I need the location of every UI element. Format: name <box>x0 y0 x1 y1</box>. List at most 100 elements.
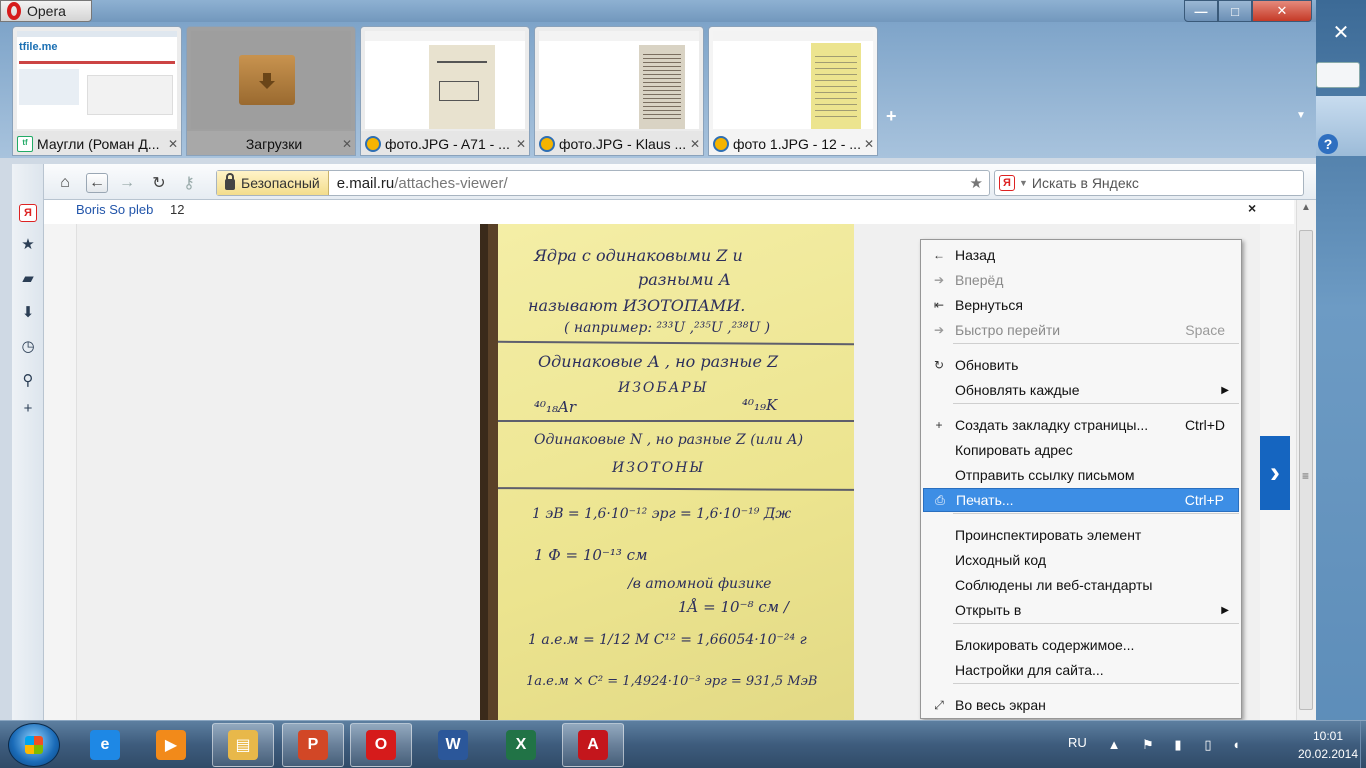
action-center-flag-icon[interactable]: ⚑ <box>1140 737 1156 753</box>
notes-icon[interactable]: ▰ <box>19 270 37 288</box>
background-search-field <box>1316 62 1360 88</box>
tab-maugli[interactable]: tfile.me tf Маугли (Роман Д... ✕ <box>12 26 182 156</box>
tab-close-icon[interactable]: ✕ <box>690 137 703 151</box>
note-line: 1а.е.м × C² = 1,4924·10⁻³ эрг = 931,5 Мэ… <box>526 674 818 689</box>
menu-item[interactable]: ⇤ Вернуться <box>923 293 1239 317</box>
tab-close-icon[interactable]: ✕ <box>864 137 877 151</box>
bookmarks-star-icon[interactable]: ★ <box>19 236 37 254</box>
wand-key-icon[interactable]: ⚷ <box>178 173 200 193</box>
help-icon[interactable]: ? <box>1318 134 1338 154</box>
volume-icon[interactable]: ◖ <box>1228 737 1244 753</box>
search-panel-icon[interactable]: ⚲ <box>19 372 37 390</box>
url-text[interactable]: e.mail.ru/attaches-viewer/ <box>329 175 970 192</box>
tab-list-arrow-icon[interactable]: ▼ <box>1296 110 1306 121</box>
opera-menu-button[interactable]: Opera <box>0 0 92 22</box>
yandex-panel-icon[interactable]: Я <box>19 204 37 222</box>
tab-photo-a71[interactable]: фото.JPG - A71 - ... ✕ <box>360 26 530 156</box>
tab-close-icon[interactable]: ✕ <box>516 137 529 151</box>
downloads-icon[interactable]: ⬇ <box>19 304 37 322</box>
start-button[interactable] <box>8 723 60 767</box>
home-icon[interactable]: ⌂ <box>54 173 76 193</box>
tab-thumbnail <box>191 31 351 129</box>
taskbar-acrobat-button[interactable]: A <box>562 723 624 767</box>
close-button[interactable]: ✕ <box>1252 0 1312 22</box>
menu-item[interactable]: Соблюдены ли веб-стандарты <box>923 573 1239 597</box>
menu-item-icon: ➔ <box>933 323 945 337</box>
note-line: ⁴⁰₁₉K <box>742 396 778 414</box>
menu-item[interactable]: Копировать адрес <box>923 438 1239 462</box>
search-field[interactable]: Я ▼ Искать в Яндекс <box>994 170 1304 196</box>
tab-title: фото.JPG - A71 - ... <box>385 136 510 152</box>
search-engine-dropdown-icon[interactable]: ▼ <box>1019 178 1028 188</box>
minimize-button[interactable]: — <box>1184 0 1218 22</box>
tab-close-icon[interactable]: ✕ <box>168 137 181 151</box>
tab-downloads[interactable]: Загрузки ✕ <box>186 26 356 156</box>
note-line: 1 Ф = 10⁻¹³ см <box>534 546 648 564</box>
menu-item[interactable]: Исходный код <box>923 548 1239 572</box>
new-tab-button[interactable]: + <box>886 106 897 127</box>
explorer-icon: ▤ <box>228 730 258 760</box>
reload-icon[interactable]: ↻ <box>148 173 170 193</box>
note-line: разными А <box>638 270 731 289</box>
menu-item[interactable]: ⎙ Печать... Ctrl+P <box>923 488 1239 512</box>
taskbar-excel-button[interactable]: X <box>490 723 552 767</box>
taskbar-explorer-button[interactable]: ▤ <box>212 723 274 767</box>
menu-item[interactable]: Проинспектировать элемент <box>923 523 1239 547</box>
search-placeholder: Искать в Яндекс <box>1031 175 1139 191</box>
menu-item[interactable]: ← Назад <box>923 243 1239 267</box>
maximize-button[interactable]: □ <box>1218 0 1252 22</box>
tab-close-icon[interactable]: ✕ <box>342 137 355 151</box>
taskbar-word-button[interactable]: W <box>422 723 484 767</box>
menu-item[interactable]: Настройки для сайта... <box>923 658 1239 682</box>
taskbar-opera-button[interactable]: O <box>350 723 412 767</box>
system-clock[interactable]: 10:01 20.02.2014 <box>1296 727 1360 763</box>
tab-photo-12-active[interactable]: фото 1.JPG - 12 - ... ✕ <box>708 26 878 156</box>
show-desktop-button[interactable] <box>1360 721 1366 768</box>
menu-item[interactable]: Отправить ссылку письмом <box>923 463 1239 487</box>
vertical-scrollbar[interactable]: ▲ ≡ <box>1296 200 1316 720</box>
taskbar-media-player-button[interactable]: ▶ <box>140 723 202 767</box>
menu-item[interactable]: Обновлять каждые ▶ <box>923 378 1239 402</box>
clock-time: 10:01 <box>1312 729 1344 743</box>
menu-item-label: Исходный код <box>955 552 1046 568</box>
security-badge[interactable]: Безопасный <box>217 171 329 195</box>
sender-name[interactable]: Boris So pleb <box>76 202 153 217</box>
note-line: Одинаковые N , но разные Z (или А) <box>534 432 804 448</box>
battery-icon[interactable]: ▯ <box>1200 737 1216 753</box>
scroll-up-arrow-icon[interactable]: ▲ <box>1301 202 1311 213</box>
menu-item[interactable]: Блокировать содержимое... <box>923 633 1239 657</box>
tab-thumbnail <box>539 31 699 129</box>
taskbar-internet-explorer-button[interactable]: e <box>74 723 136 767</box>
menu-item[interactable]: ↻ Обновить <box>923 353 1239 377</box>
menu-separator <box>953 403 1239 404</box>
menu-item-label: Проинспектировать элемент <box>955 527 1142 543</box>
taskbar-powerpoint-button[interactable]: P <box>282 723 344 767</box>
tray-arrow-icon[interactable]: ▲ <box>1106 737 1122 753</box>
add-panel-icon[interactable]: + <box>19 400 37 418</box>
history-clock-icon[interactable]: ◷ <box>19 338 37 356</box>
tab-thumbnail <box>365 31 525 129</box>
bookmark-star-icon[interactable]: ★ <box>970 174 989 192</box>
address-bar[interactable]: Безопасный e.mail.ru/attaches-viewer/ ★ <box>216 170 990 196</box>
menu-item-label: Вернуться <box>955 297 1023 313</box>
menu-item[interactable]: Открыть в ▶ <box>923 598 1239 622</box>
submenu-arrow-icon: ▶ <box>1221 604 1229 616</box>
submenu-arrow-icon: ▶ <box>1221 384 1229 396</box>
background-window-close-icon[interactable]: ✕ <box>1316 20 1366 46</box>
menu-item[interactable]: + Создать закладку страницы... Ctrl+D <box>923 413 1239 437</box>
scrollbar-thumb[interactable]: ≡ <box>1299 230 1313 710</box>
menu-item-label: Отправить ссылку письмом <box>955 467 1135 483</box>
menu-item-label: Во весь экран <box>955 697 1046 713</box>
language-indicator[interactable]: RU <box>1068 735 1087 750</box>
tab-photo-klaus[interactable]: фото.JPG - Klaus ... ✕ <box>534 26 704 156</box>
network-signal-icon[interactable]: ▮ <box>1170 737 1186 753</box>
menu-item[interactable]: ⤢ Во весь экран <box>923 693 1239 717</box>
menu-item: ➔ Быстро перейти Space <box>923 318 1239 342</box>
powerpoint-icon: P <box>298 730 328 760</box>
handwritten-note: Ядра с одинаковыми Z и разными А называю… <box>497 224 854 720</box>
url-path: /attaches-viewer/ <box>394 174 508 192</box>
viewer-close-icon[interactable]: × <box>1248 200 1256 216</box>
forward-button[interactable]: → <box>116 173 138 193</box>
back-button[interactable]: ← <box>86 173 108 193</box>
next-image-button[interactable]: › <box>1260 436 1290 510</box>
